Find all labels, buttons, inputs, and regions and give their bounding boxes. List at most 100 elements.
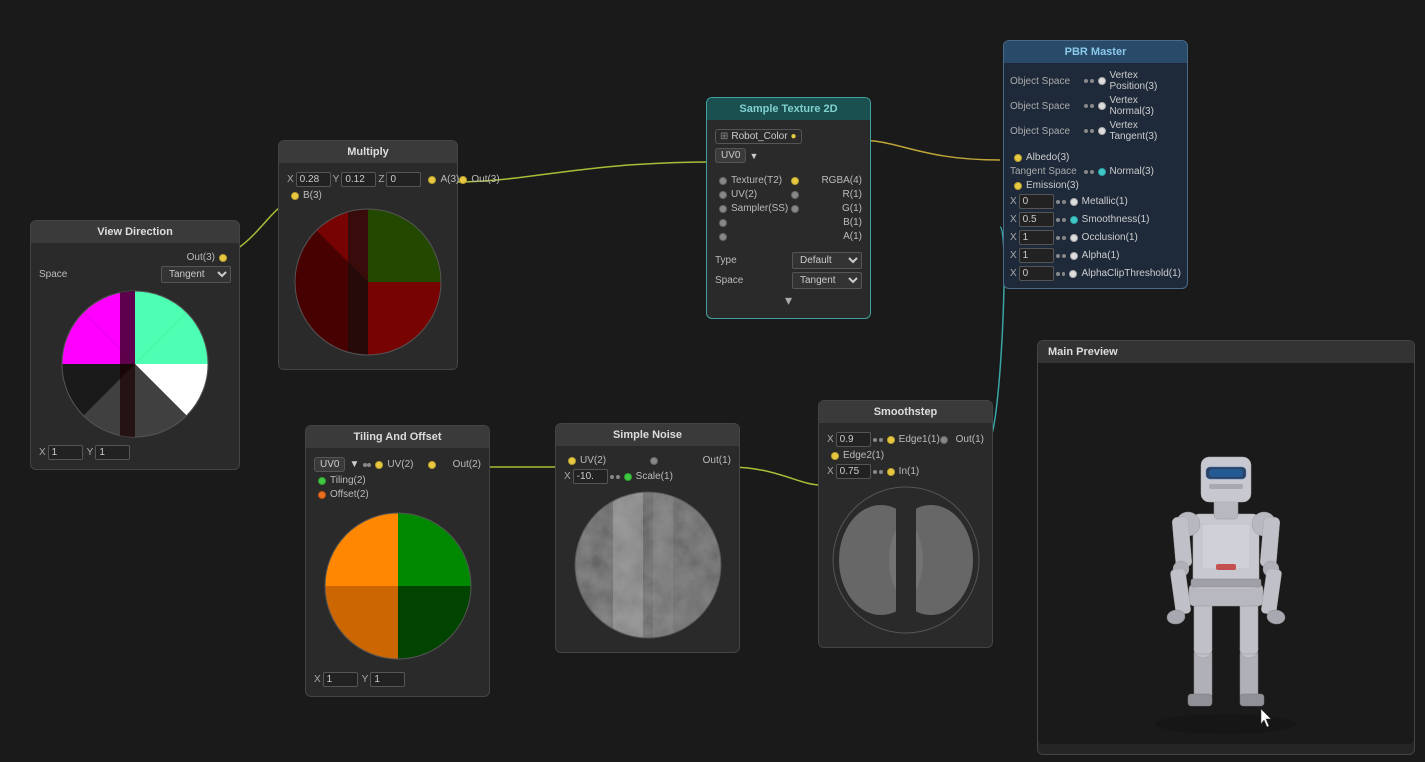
out-label: Out(2) (440, 459, 481, 470)
in-val[interactable] (836, 464, 871, 479)
albedo-dot (1014, 154, 1022, 162)
tiling-dot (318, 477, 326, 485)
out-label: Out(1) (662, 455, 732, 466)
alphaclip-label: AlphaClipThreshold(1) (1081, 268, 1181, 279)
x-input[interactable] (48, 445, 83, 460)
os1-label: Object Space (1010, 76, 1082, 87)
view-direction-title: View Direction (31, 221, 239, 243)
main-preview-panel: Main Preview (1037, 340, 1415, 755)
sampler-dot (719, 205, 727, 213)
vnorm-in-dot (1098, 102, 1106, 110)
sample-texture-title: Sample Texture 2D (707, 98, 870, 120)
space-label: Space (39, 269, 161, 280)
albedo-label: Albedo(3) (1026, 152, 1181, 163)
out-label: Out(1) (952, 434, 984, 445)
x-label: X (39, 447, 46, 458)
in-dot (887, 468, 895, 476)
edge1-dot (887, 436, 895, 444)
a-port-label: A(3) (440, 174, 459, 185)
space-select[interactable]: Tangent World Object (161, 266, 231, 283)
texture-in-label: Texture(T2) (731, 175, 791, 186)
b-port-label: B(3) (303, 190, 449, 201)
normal-dot (1098, 168, 1106, 176)
space-select[interactable]: Tangent (792, 272, 862, 289)
tiling-x[interactable] (323, 672, 358, 687)
type-label: Type (715, 255, 788, 266)
metallic-dot (1070, 198, 1078, 206)
sampler-label: Sampler(SS) (731, 203, 791, 214)
out-dot (940, 436, 948, 444)
edge1-label: Edge1(1) (899, 434, 940, 445)
in-label: In(1) (899, 466, 984, 477)
uv-in-label: UV(2) (387, 459, 428, 470)
scale-val[interactable] (573, 469, 608, 484)
texture-in-dot (719, 177, 727, 185)
pbr-master-title: PBR Master (1004, 41, 1187, 63)
tiling-y[interactable] (370, 672, 405, 687)
tiling-preview (323, 506, 473, 666)
smooth-dot (1070, 216, 1078, 224)
g-dot (791, 205, 799, 213)
alpha-label: Alpha(1) (1082, 250, 1181, 261)
out-port-dot (459, 176, 467, 184)
smooth-label: Smoothness(1) (1082, 214, 1181, 225)
uv-in-label: UV(2) (731, 189, 791, 200)
z-val[interactable] (386, 172, 421, 187)
alphaclip-val[interactable] (1019, 266, 1054, 281)
a-dot (719, 233, 727, 241)
y-input[interactable] (95, 445, 130, 460)
view-direction-node: View Direction Out(3) Space Tangent Worl… (30, 220, 240, 470)
scale-label: Scale(1) (636, 471, 731, 482)
out-label: Out(3) (471, 174, 499, 185)
tiling-label: Tiling(2) (330, 475, 481, 486)
r-label: R(1) (803, 189, 863, 200)
b-label: B(1) (731, 217, 862, 228)
smoothstep-title: Smoothstep (819, 401, 992, 423)
offset-label: Offset(2) (330, 489, 481, 500)
y-label: Y (87, 447, 94, 458)
simple-noise-node: Simple Noise UV(2) Out(1) X Scale(1) (555, 423, 740, 653)
uv-badge: UV0 (715, 148, 746, 163)
x-val[interactable] (296, 172, 331, 187)
alphaclip-dot (1069, 270, 1077, 278)
smooth-val[interactable] (1019, 212, 1054, 227)
scale-dot (624, 473, 632, 481)
os3-label: Object Space (1010, 126, 1082, 137)
edge1-val[interactable] (836, 432, 871, 447)
vpos-label: Vertex Position(3) (1110, 70, 1182, 92)
b-port-dot (291, 192, 299, 200)
simple-noise-title: Simple Noise (556, 424, 739, 446)
alpha-val[interactable] (1019, 248, 1054, 263)
metallic-label: Metallic(1) (1082, 196, 1181, 207)
smoothstep-node: Smoothstep X Edge1(1) Out(1) Edge2(1) X … (818, 400, 993, 648)
main-preview-viewport (1038, 363, 1414, 744)
occ-val[interactable] (1019, 230, 1054, 245)
out-dot (650, 457, 658, 465)
pbr-master-node: PBR Master Object Space Vertex Position(… (1003, 40, 1188, 289)
space-label: Space (715, 275, 788, 286)
robot-preview (1076, 369, 1376, 739)
noise-preview (573, 490, 723, 640)
uv-in-dot (375, 461, 383, 469)
vtang-in-dot (1098, 127, 1106, 135)
rgba-out-dot (791, 177, 799, 185)
type-select[interactable]: Default (792, 252, 862, 269)
uv-label: UV(2) (580, 455, 650, 466)
alpha-dot (1070, 252, 1078, 260)
rgba-out-label: RGBA(4) (803, 175, 863, 186)
b-dot (719, 219, 727, 227)
os2-label: Object Space (1010, 101, 1082, 112)
offset-dot (318, 491, 326, 499)
tiling-offset-title: Tiling And Offset (306, 426, 489, 448)
ts-label: Tangent Space (1010, 166, 1082, 177)
occ-dot (1070, 234, 1078, 242)
edge2-dot (831, 452, 839, 460)
a-port-dot (428, 176, 436, 184)
y-val[interactable] (341, 172, 376, 187)
expand-icon[interactable]: ▾ (785, 292, 792, 309)
out-port-label: Out(3) (39, 252, 215, 263)
multiply-title: Multiply (279, 141, 457, 163)
tiling-offset-node: Tiling And Offset UV0 ▼ UV(2) Out(2) Til… (305, 425, 490, 697)
emission-dot (1014, 182, 1022, 190)
metallic-val[interactable] (1019, 194, 1054, 209)
